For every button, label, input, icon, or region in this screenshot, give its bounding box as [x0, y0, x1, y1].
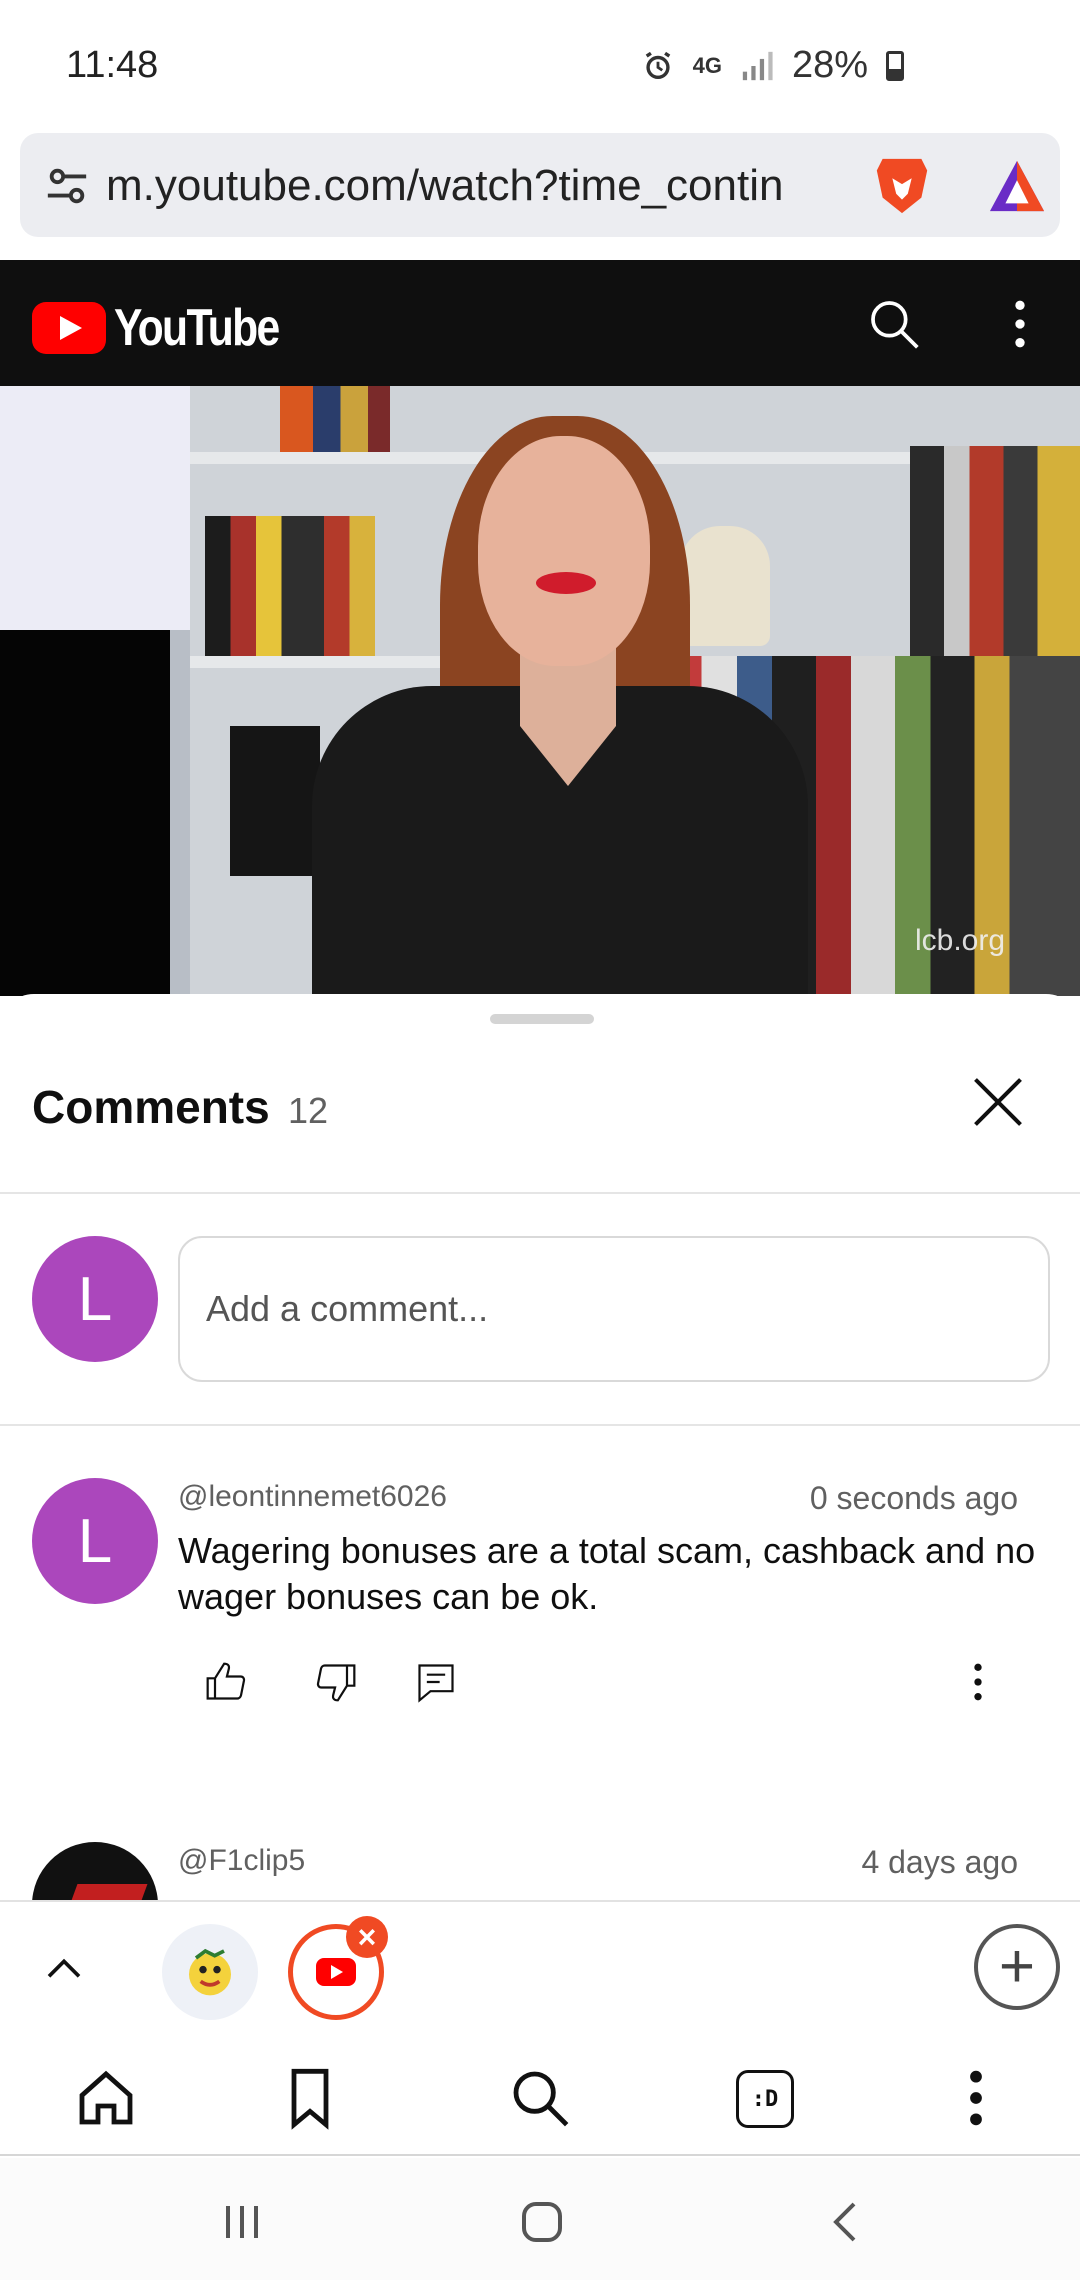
- battery-percent: 28%: [791, 44, 868, 86]
- user-avatar: L: [32, 1236, 158, 1362]
- home-icon[interactable]: [74, 2066, 138, 2130]
- add-comment-input[interactable]: Add a comment...: [178, 1236, 1050, 1382]
- add-comment-placeholder: Add a comment...: [206, 1288, 489, 1329]
- divider: [0, 1424, 1080, 1426]
- youtube-logo[interactable]: YouTube: [32, 298, 315, 358]
- browser-bottom-nav: :D: [0, 2040, 1080, 2156]
- search-icon[interactable]: [866, 296, 922, 352]
- brave-shields-icon[interactable]: [874, 155, 930, 217]
- lcb-favicon: [189, 1948, 231, 1996]
- url-text[interactable]: m.youtube.com/watch?time_contin: [106, 161, 856, 211]
- close-icon[interactable]: [968, 1072, 1028, 1132]
- playlist-icon[interactable]: :D: [736, 2070, 794, 2128]
- video-left-panel: [0, 386, 190, 630]
- status-icons: 4G 28%: [641, 44, 904, 87]
- video-left-dark: [0, 630, 170, 996]
- divider: [0, 1192, 1080, 1194]
- comments-panel: Comments 12 L Add a comment... L @leonti…: [0, 994, 1080, 1900]
- youtube-favicon: [316, 1958, 356, 1986]
- youtube-wordmark: YouTube: [114, 299, 280, 357]
- comment-author[interactable]: @F1clip5: [178, 1844, 305, 1878]
- presenter-face: [478, 436, 650, 666]
- more-vert-icon[interactable]: [1000, 296, 1040, 352]
- dislike-icon[interactable]: [314, 1660, 358, 1704]
- status-bar: 11:48 4G 28%: [0, 0, 1080, 130]
- alarm-icon: [645, 51, 670, 79]
- home-button-icon[interactable]: [518, 2198, 566, 2246]
- search-icon[interactable]: [508, 2066, 572, 2130]
- books: [205, 516, 375, 656]
- back-icon[interactable]: [822, 2198, 870, 2246]
- youtube-play-icon: [32, 302, 106, 354]
- system-navigation-bar: [0, 2158, 1080, 2280]
- address-bar[interactable]: m.youtube.com/watch?time_contin: [20, 133, 1060, 237]
- more-vert-icon[interactable]: [944, 2066, 1008, 2130]
- reply-icon[interactable]: [414, 1660, 458, 1704]
- comment-avatar[interactable]: L: [32, 1478, 158, 1604]
- comment-time: 0 seconds ago: [809, 1480, 1018, 1516]
- comment-text: Wagering bonuses are a total scam, cashb…: [178, 1530, 1036, 1617]
- video-watermark: lcb.org: [915, 924, 1006, 957]
- figurine: [680, 526, 770, 646]
- video-player[interactable]: lcb.org: [0, 386, 1080, 996]
- like-icon[interactable]: [204, 1660, 248, 1704]
- battery-icon: [886, 50, 904, 81]
- comment-avatar[interactable]: [32, 1842, 158, 1900]
- playlist-label: :D: [751, 2086, 779, 2112]
- comment-more-icon[interactable]: [956, 1660, 1000, 1704]
- comments-count: 12: [288, 1090, 329, 1131]
- brave-rewards-icon[interactable]: [986, 157, 1048, 215]
- comment-author[interactable]: @leontinnemet6026: [178, 1480, 447, 1514]
- presenter-lips: [536, 572, 596, 594]
- new-tab-button[interactable]: +: [974, 1924, 1060, 2010]
- tab-lcb[interactable]: [162, 1924, 258, 2020]
- status-time: 11:48: [66, 44, 159, 86]
- drag-handle[interactable]: [490, 1014, 594, 1024]
- comment-time: 4 days ago: [861, 1844, 1018, 1880]
- recent-apps-icon[interactable]: [218, 2198, 266, 2246]
- youtube-header: YouTube: [0, 260, 1080, 386]
- signal-icon: [742, 51, 773, 80]
- books: [280, 386, 390, 452]
- chevron-up-icon[interactable]: [44, 1948, 84, 1988]
- close-tab-icon[interactable]: ×: [346, 1916, 388, 1958]
- books: [910, 446, 1080, 656]
- tune-icon[interactable]: [44, 163, 90, 209]
- network-type: 4G: [692, 52, 722, 78]
- tab-strip: × +: [0, 1900, 1080, 2040]
- picture-frame: [230, 726, 320, 876]
- bookmark-icon[interactable]: [278, 2066, 342, 2130]
- comments-title: Comments: [32, 1081, 270, 1133]
